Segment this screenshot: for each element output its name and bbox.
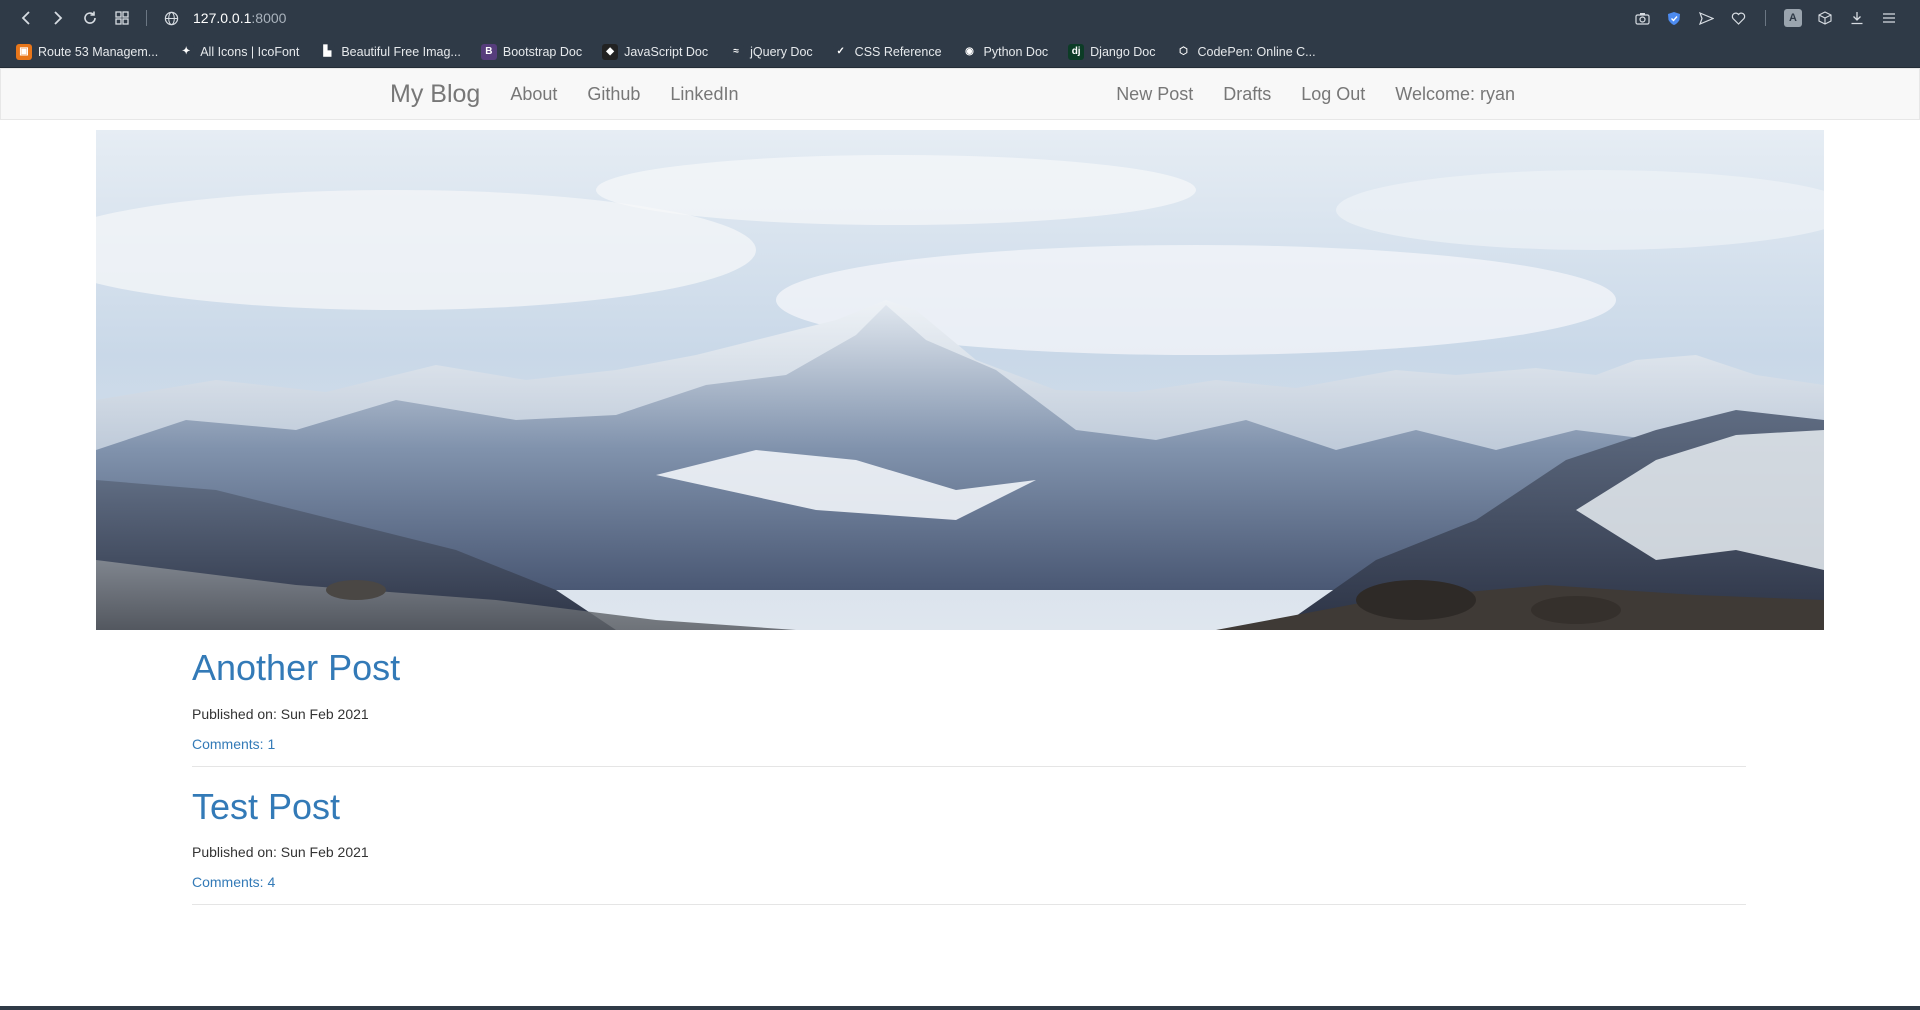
bookmark-label: All Icons | IcoFont xyxy=(200,44,300,59)
hero-image xyxy=(96,130,1824,630)
unsplash-icon: ▙ xyxy=(319,43,336,60)
nav-link-linkedin[interactable]: LinkedIn xyxy=(655,84,753,105)
bookmark-label: Python Doc xyxy=(983,44,1049,59)
browser-chrome: 127.0.0.1:8000 A ▣ Route 53 Managem... ✦… xyxy=(0,0,1920,68)
bookmark-item[interactable]: B Bootstrap Doc xyxy=(473,39,590,65)
brand-link[interactable]: My Blog xyxy=(390,80,495,109)
bookmark-item[interactable]: ▣ Route 53 Managem... xyxy=(8,39,166,65)
toolbar-right: A xyxy=(1629,5,1910,31)
menu-icon[interactable] xyxy=(1876,5,1902,31)
bookmark-item[interactable]: ✓ CSS Reference xyxy=(825,39,950,65)
bookmark-item[interactable]: ✦ All Icons | IcoFont xyxy=(170,39,307,65)
shield-icon[interactable] xyxy=(1661,5,1687,31)
post-title-link[interactable]: Test Post xyxy=(192,786,1746,827)
chevron-right-icon xyxy=(54,11,63,25)
bookmark-label: CSS Reference xyxy=(854,44,942,59)
taskbar-edge xyxy=(0,1006,1920,1010)
bookmark-item[interactable]: ≈ jQuery Doc xyxy=(720,39,821,65)
python-icon: ◉ xyxy=(961,43,978,60)
post-published-date: Published on: Sun Feb 2021 xyxy=(192,705,369,722)
bookmark-label: jQuery Doc xyxy=(750,44,813,59)
navbar-right: New Post Drafts Log Out Welcome: ryan xyxy=(1101,84,1530,105)
bookmark-label: Beautiful Free Imag... xyxy=(341,44,461,59)
nav-link-new-post[interactable]: New Post xyxy=(1101,84,1208,105)
site-navbar: My Blog About Github LinkedIn New Post D… xyxy=(0,68,1920,120)
cube-icon[interactable] xyxy=(1812,5,1838,31)
aws-icon: ▣ xyxy=(16,43,32,60)
address-row: 127.0.0.1:8000 A xyxy=(0,0,1920,36)
nav-link-about[interactable]: About xyxy=(495,84,572,105)
avatar-icon: A xyxy=(1784,9,1802,27)
bookmark-label: Route 53 Managem... xyxy=(38,44,159,59)
welcome-text: Welcome: ryan xyxy=(1395,83,1515,104)
bookmark-item[interactable]: ▙ Beautiful Free Imag... xyxy=(311,39,469,65)
post-comments-link[interactable]: Comments: 4 xyxy=(192,874,275,890)
bookmark-label: JavaScript Doc xyxy=(624,44,709,59)
site-info-button[interactable] xyxy=(155,4,187,32)
toolbar-separator-right xyxy=(1765,10,1766,26)
bookmarks-bar: ▣ Route 53 Managem... ✦ All Icons | IcoFont… xyxy=(0,36,1920,68)
post-item: Another Post Published on: Sun Feb 2021 … xyxy=(192,648,1746,767)
grid-icon xyxy=(115,11,129,25)
reload-icon xyxy=(84,11,96,24)
javascript-icon: ◆ xyxy=(602,43,619,60)
camera-icon[interactable] xyxy=(1629,5,1655,31)
bookmark-label: Django Doc xyxy=(1090,44,1156,59)
forward-button[interactable] xyxy=(42,4,74,32)
nav-link-drafts[interactable]: Drafts xyxy=(1208,84,1286,105)
toolbar-separator xyxy=(146,10,147,26)
send-icon[interactable] xyxy=(1693,5,1719,31)
post-list: Another Post Published on: Sun Feb 2021 … xyxy=(192,630,1746,906)
post-published-date: Published on: Sun Feb 2021 xyxy=(192,844,369,861)
codepen-icon: ⬡ xyxy=(1175,43,1192,60)
url-port: :8000 xyxy=(251,10,287,26)
bookmark-item[interactable]: ⬡ CodePen: Online C... xyxy=(1167,39,1323,65)
nav-link-github[interactable]: Github xyxy=(572,84,655,105)
icofont-icon: ✦ xyxy=(178,43,195,60)
post-title-link[interactable]: Another Post xyxy=(192,648,1746,688)
nav-link-log-out[interactable]: Log Out xyxy=(1286,84,1380,105)
back-button[interactable] xyxy=(10,4,42,32)
bookmark-item[interactable]: ◆ JavaScript Doc xyxy=(594,39,716,65)
post-comments-link[interactable]: Comments: 1 xyxy=(192,736,275,752)
bookmark-label: CodePen: Online C... xyxy=(1197,44,1316,59)
globe-icon xyxy=(164,11,178,25)
bootstrap-icon: B xyxy=(480,43,497,60)
mountain-landscape-image xyxy=(96,130,1824,630)
post-item: Test Post Published on: Sun Feb 2021 Com… xyxy=(192,786,1746,906)
css-icon: ✓ xyxy=(832,43,849,60)
address-bar[interactable]: 127.0.0.1:8000 xyxy=(193,10,286,26)
url-host: 127.0.0.1 xyxy=(193,10,252,26)
profile-button[interactable]: A xyxy=(1780,5,1806,31)
reload-button[interactable] xyxy=(74,4,106,32)
download-icon[interactable] xyxy=(1844,5,1870,31)
bookmark-item[interactable]: ◉ Python Doc xyxy=(954,39,1057,65)
bookmark-item[interactable]: dj Django Doc xyxy=(1060,39,1163,65)
django-icon: dj xyxy=(1068,43,1085,60)
bookmark-label: Bootstrap Doc xyxy=(502,44,583,59)
chevron-left-icon xyxy=(21,11,30,25)
heart-icon[interactable] xyxy=(1725,5,1751,31)
jquery-icon: ≈ xyxy=(728,43,745,60)
navbar-inner: My Blog About Github LinkedIn New Post D… xyxy=(375,80,1545,109)
tabs-grid-button[interactable] xyxy=(106,4,138,32)
